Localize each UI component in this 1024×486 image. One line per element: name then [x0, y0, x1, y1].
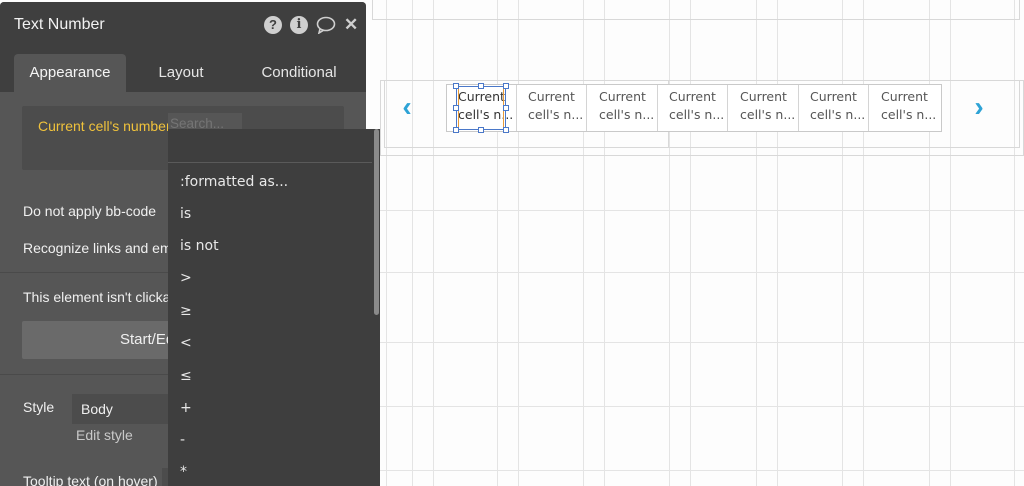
dropdown-item[interactable]: >	[168, 262, 372, 294]
grid-line	[386, 0, 387, 486]
chevron-left-icon[interactable]: ‹	[394, 93, 420, 121]
repeating-group[interactable]: Current cell's n... Current cell's n... …	[446, 84, 942, 132]
cell-text-line2: cell's n...	[740, 107, 796, 122]
resize-handle[interactable]	[503, 105, 509, 111]
cell-text-line1: Current	[528, 89, 575, 104]
dropdown-item[interactable]: <	[168, 327, 372, 359]
grid-line	[777, 0, 778, 486]
selection-box	[456, 86, 506, 130]
rg-cell[interactable]: Current cell's n...	[658, 85, 728, 131]
dynamic-expression[interactable]: Current cell's number	[38, 118, 171, 134]
grid-line	[380, 210, 1024, 211]
chevron-right-icon[interactable]: ›	[966, 93, 992, 121]
resize-handle[interactable]	[453, 105, 459, 111]
group-outline	[372, 0, 1020, 20]
grid-line	[669, 0, 670, 486]
dropdown-item[interactable]: is not	[168, 230, 372, 262]
dropdown-item[interactable]: +	[168, 392, 372, 424]
tab-appearance[interactable]: Appearance	[14, 54, 126, 92]
grid-line	[929, 0, 930, 486]
dropdown-item[interactable]: -	[168, 424, 372, 456]
grid-line	[1014, 0, 1015, 486]
close-icon[interactable]: ✕	[344, 15, 358, 35]
cell-text-line2: cell's n...	[599, 107, 655, 122]
grid-line	[380, 470, 1024, 471]
resize-handle[interactable]	[503, 127, 509, 133]
resize-handle[interactable]	[453, 127, 459, 133]
style-label: Style	[23, 399, 55, 415]
tooltip-label: Tooltip text (on hover)	[23, 473, 158, 486]
clickable-label: This element isn't clickab	[23, 289, 179, 305]
grid-line	[497, 0, 498, 486]
grid-line	[863, 0, 864, 486]
grid-line	[518, 0, 519, 486]
info-icon[interactable]: i	[290, 16, 308, 34]
grid-line	[690, 0, 691, 486]
cell-text-line2: cell's n...	[528, 107, 584, 122]
grid-line	[380, 342, 1024, 343]
grid-line	[412, 0, 413, 486]
dropdown-item[interactable]: :formatted as...	[168, 166, 372, 198]
dropdown-search-row	[168, 129, 372, 163]
rg-cell[interactable]: Current cell's n...	[799, 85, 869, 131]
cell-text-line1: Current	[881, 89, 928, 104]
grid-line	[380, 272, 1024, 273]
grid-line	[842, 0, 843, 486]
resize-handle[interactable]	[478, 127, 484, 133]
help-icon[interactable]: ?	[264, 16, 282, 34]
recognize-links-label: Recognize links and ema	[23, 240, 180, 256]
dropdown-item[interactable]: *	[168, 456, 372, 486]
tab-layout[interactable]: Layout	[136, 54, 226, 92]
rg-cell[interactable]: Current cell's n...	[870, 85, 940, 131]
cell-text-line2: cell's n...	[810, 107, 866, 122]
panel-title: Text Number	[14, 16, 105, 33]
dropdown-item[interactable]: ≤	[168, 360, 372, 392]
dropdown-scrollbar[interactable]	[374, 129, 379, 315]
operator-dropdown[interactable]: :formatted as... is is not > ≥ < ≤ + - *	[168, 129, 380, 486]
grid-line	[583, 0, 584, 486]
panel-tabs: Appearance Layout Conditional	[0, 46, 366, 92]
grid-line	[433, 0, 434, 486]
resize-handle[interactable]	[503, 83, 509, 89]
cell-text-line1: Current	[599, 89, 646, 104]
cell-text-line2: cell's n...	[881, 107, 937, 122]
grid-line	[604, 0, 605, 486]
bbcode-label: Do not apply bb-code	[23, 203, 157, 219]
cell-text-line2: cell's n...	[669, 107, 725, 122]
grid-line	[950, 0, 951, 486]
dropdown-item[interactable]: ≥	[168, 295, 372, 327]
rg-cell[interactable]: Current cell's n...	[588, 85, 658, 131]
rg-cell[interactable]: Current cell's n...	[517, 85, 587, 131]
rg-cell[interactable]: Current cell's n...	[729, 85, 799, 131]
panel-header: Text Number ? i ✕	[0, 2, 366, 46]
start-edit-workflow-button[interactable]: Start/Ed	[22, 321, 172, 359]
tab-conditional[interactable]: Conditional	[240, 54, 358, 92]
style-dropdown[interactable]: Body	[72, 394, 182, 424]
resize-handle[interactable]	[453, 83, 459, 89]
cell-text-line1: Current	[810, 89, 857, 104]
cell-text-line1: Current	[740, 89, 787, 104]
resize-handle[interactable]	[478, 83, 484, 89]
edit-style-link[interactable]: Edit style	[76, 427, 133, 443]
dropdown-item[interactable]: is	[168, 198, 372, 230]
grid-line	[380, 406, 1024, 407]
grid-line	[756, 0, 757, 486]
comment-icon[interactable]	[316, 16, 336, 35]
cell-text-line1: Current	[669, 89, 716, 104]
